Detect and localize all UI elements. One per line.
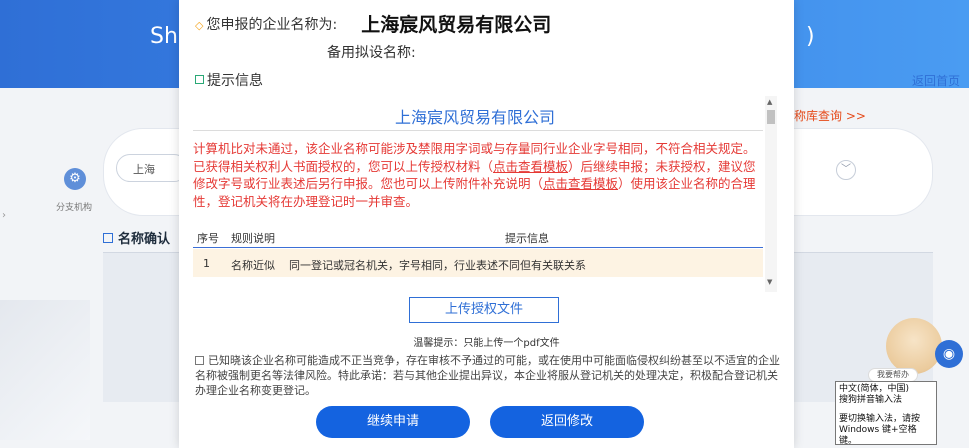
upload-note: 温馨提示：只能上传一个pdf文件 <box>413 338 560 349</box>
name-check-dialog: ◇ 您申报的企业名称为: 上海宸风贸易有限公司 备用拟设名称: 提示信息 上海宸风贸… <box>179 0 794 448</box>
gear-icon[interactable]: ⚙ <box>64 168 86 190</box>
cell-rule: 名称近似 <box>231 259 275 272</box>
company-name-row: ◇ 您申报的企业名称为: 上海宸风贸易有限公司 <box>195 10 551 37</box>
ime-tooltip: 中文(简体，中国) 搜狗拼音输入法 要切换输入法，请按 Windows 键+空格… <box>835 381 937 446</box>
decorative-graphic <box>0 300 90 440</box>
site-title-right: ) <box>806 24 815 49</box>
template-link[interactable]: 点击查看模板 <box>543 176 618 191</box>
warning-text: 计算机比对未通过，该企业名称可能涉及禁限用字词或与存量同行业企业字号相同，不符合… <box>193 140 759 210</box>
scrollbar[interactable]: ▲ ▼ <box>765 96 777 292</box>
column-header-no: 序号 <box>197 232 219 245</box>
site-title-left: Sh <box>150 24 178 49</box>
scroll-up-icon[interactable]: ▲ <box>767 98 772 106</box>
tip-title: 提示信息 <box>207 73 263 89</box>
agreement-row: 已知晓该企业名称可能造成不正当竞争，存在审核不予通过的可能，或在使用中可能面临侵… <box>195 353 785 398</box>
info-icon <box>195 75 204 84</box>
ime-line: 中文(简体，中国) <box>839 384 910 394</box>
scroll-down-icon[interactable]: ▼ <box>767 278 772 286</box>
template-link[interactable]: 点击查看模板 <box>493 159 568 174</box>
tip-scroll-area[interactable]: 上海宸风贸易有限公司 计算机比对未通过，该企业名称可能涉及禁限用字词或与存量同行… <box>189 96 777 292</box>
diamond-icon: ◇ <box>195 19 204 32</box>
tip-company-name: 上海宸风贸易有限公司 <box>394 108 555 127</box>
section-heading: 名称确认 <box>103 228 170 247</box>
company-name-value: 上海宸风贸易有限公司 <box>361 14 552 36</box>
name-query-link[interactable]: 称库查询 >> <box>794 107 866 124</box>
table-row: 1 名称近似 同一登记或冠名机关，字号相同，行业表述不同但有关联关系 <box>193 249 763 277</box>
ime-line: Windows 键+空格键。 <box>839 425 917 446</box>
continue-button[interactable]: 继续申请 <box>316 406 470 438</box>
section-title: 名称确认 <box>118 232 171 247</box>
back-home-link[interactable]: 返回首页 <box>912 72 960 89</box>
agreement-checkbox[interactable] <box>195 356 204 365</box>
scroll-thumb[interactable] <box>767 110 775 124</box>
chevron-down-icon[interactable]: ﹀ <box>836 160 856 180</box>
section-icon <box>103 233 113 243</box>
assistant-mascot-icon[interactable] <box>886 318 942 374</box>
back-modify-button[interactable]: 返回修改 <box>490 406 644 438</box>
ime-line: 搜狗拼音输入法 <box>839 395 903 405</box>
cell-no: 1 <box>203 257 210 270</box>
cell-info: 同一登记或冠名机关，字号相同，行业表述不同但有关联关系 <box>289 259 586 272</box>
alt-name-label: 备用拟设名称: <box>327 45 416 61</box>
table-header: 序号 规则说明 提示信息 <box>193 226 763 248</box>
chevron-right-icon: › <box>2 210 6 221</box>
divider <box>193 130 763 131</box>
agreement-text: 已知晓该企业名称可能造成不正当竞争，存在审核不予通过的可能，或在使用中可能面临侵… <box>195 354 780 397</box>
column-header-rule: 规则说明 <box>231 232 275 245</box>
assistant-label[interactable]: 我要帮办 <box>868 368 918 382</box>
upload-auth-file-button[interactable]: 上传授权文件 <box>409 297 559 323</box>
region-select[interactable]: 上海 <box>116 154 188 182</box>
company-name-label: 您申报的企业名称为: <box>206 17 338 33</box>
branch-org-label: 分支机构 <box>56 203 93 213</box>
ime-line: 要切换输入法，请按 <box>839 414 921 424</box>
assistant-chat-icon[interactable]: ◉ <box>935 340 963 368</box>
column-header-info: 提示信息 <box>505 232 549 245</box>
tip-heading: 提示信息 <box>195 70 263 90</box>
